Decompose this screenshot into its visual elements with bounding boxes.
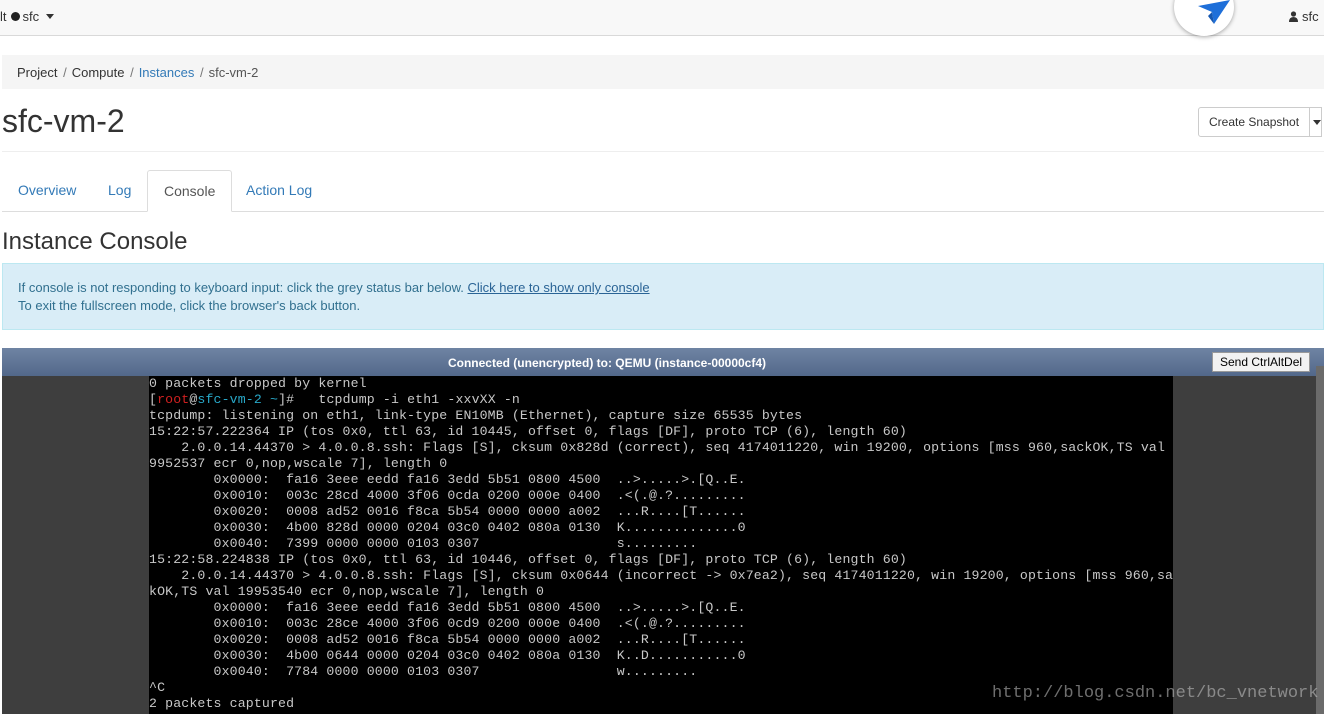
chevron-down-icon: [1313, 120, 1322, 125]
instance-actions: Create Snapshot: [1198, 107, 1323, 137]
alert-line-1: If console is not responding to keyboard…: [18, 280, 464, 295]
instance-tabs: Overview Log Console Action Log: [2, 170, 1324, 212]
breadcrumb-compute: Compute: [71, 64, 125, 80]
tab-log[interactable]: Log: [92, 170, 147, 211]
console-line: 15:22:57.222364 IP (tos 0x0, ttl 63, id …: [149, 424, 907, 439]
console-line: tcpdump: listening on eth1, link-type EN…: [149, 408, 803, 423]
header-divider: [2, 151, 1324, 152]
project-prefix: lt: [0, 9, 7, 24]
create-snapshot-button[interactable]: Create Snapshot: [1198, 107, 1311, 137]
project-switcher[interactable]: lt sfc: [0, 9, 55, 24]
console-line: 0x0040: 7784 0000 0000 0103 0307 w......…: [149, 664, 698, 679]
breadcrumb-separator: /: [126, 64, 134, 80]
console-line: 0x0030: 4b00 0644 0000 0204 03c0 0402 08…: [149, 648, 746, 663]
console-line: 0x0010: 003c 28cd 4000 3f06 0cda 0200 00…: [149, 488, 746, 503]
console-scrollbar[interactable]: [1316, 366, 1324, 714]
page-title: sfc-vm-2: [2, 103, 125, 139]
tab-console[interactable]: Console: [147, 170, 233, 212]
user-icon: [1289, 11, 1298, 22]
console-output: 0 packets dropped by kernel [root@sfc-vm…: [149, 376, 1173, 712]
console-line: 0 packets dropped by kernel: [149, 376, 367, 391]
breadcrumb: Project / Compute / Instances / sfc-vm-2: [2, 55, 1324, 89]
console-line: 2 packets captured: [149, 696, 295, 711]
show-only-console-link[interactable]: Click here to show only console: [468, 280, 650, 295]
user-name: sfc: [1302, 9, 1319, 24]
watermark: http://blog.csdn.net/bc_vnetwork: [992, 684, 1319, 703]
console-line: kOK,TS val 19953540 ecr 0,nop,wscale 7],…: [149, 584, 545, 599]
console-line: 0x0020: 0008 ad52 0016 f8ca 5b54 0000 00…: [149, 504, 746, 519]
console-line: 15:22:58.224838 IP (tos 0x0, ttl 63, id …: [149, 552, 907, 567]
alert-line-2: To exit the fullscreen mode, click the b…: [18, 298, 361, 313]
brand-logo: [1174, 0, 1234, 36]
bird-logo-icon: [1198, 0, 1230, 24]
actions-dropdown-toggle[interactable]: [1310, 107, 1323, 137]
console-status-text: Connected (unencrypted) to: QEMU (instan…: [447, 356, 767, 370]
console-status-bar[interactable]: Connected (unencrypted) to: QEMU (instan…: [2, 348, 1324, 376]
prompt-host: sfc-vm-2 ~: [197, 392, 279, 407]
console-line: ^C: [149, 680, 166, 695]
tab-overview[interactable]: Overview: [2, 170, 92, 211]
console-line: 0x0020: 0008 ad52 0016 f8ca 5b54 0000 00…: [149, 632, 746, 647]
breadcrumb-current: sfc-vm-2: [208, 64, 259, 80]
console-line: 0x0000: fa16 3eee eedd fa16 3edd 5b51 08…: [149, 600, 746, 615]
console-line: 0x0030: 4b00 828d 0000 0204 03c0 0402 08…: [149, 520, 746, 535]
user-menu[interactable]: sfc: [1289, 9, 1319, 24]
console-screen[interactable]: 0 packets dropped by kernel [root@sfc-vm…: [149, 376, 1173, 714]
project-dot-icon: [10, 12, 20, 21]
console-line: 2.0.0.14.44370 > 4.0.0.8.ssh: Flags [S],…: [149, 568, 1173, 583]
console-frame: Connected (unencrypted) to: QEMU (instan…: [2, 348, 1324, 714]
console-line: 9952537 ecr 0,nop,wscale 7], length 0: [149, 456, 448, 471]
console-command: tcpdump -i eth1 -xxvXX -n: [302, 392, 520, 407]
top-navbar: lt sfc sfc: [0, 0, 1324, 36]
console-line: 2.0.0.14.44370 > 4.0.0.8.ssh: Flags [S],…: [149, 440, 1173, 455]
tab-action-log[interactable]: Action Log: [230, 170, 328, 211]
prompt-user: root: [157, 392, 190, 407]
console-line: 0x0000: fa16 3eee eedd fa16 3edd 5b51 08…: [149, 472, 746, 487]
breadcrumb-separator: /: [196, 64, 204, 80]
console-line: 0x0040: 7399 0000 0000 0103 0307 s......…: [149, 536, 698, 551]
project-name: sfc: [22, 9, 40, 24]
breadcrumb-instances-link[interactable]: Instances: [139, 65, 195, 80]
breadcrumb-separator: /: [59, 64, 67, 80]
section-title: Instance Console: [2, 228, 188, 255]
breadcrumb-project: Project: [17, 64, 58, 80]
send-ctrl-alt-del-button[interactable]: Send CtrlAltDel: [1212, 352, 1311, 372]
console-info-alert: If console is not responding to keyboard…: [2, 263, 1324, 330]
chevron-down-icon: [46, 14, 55, 19]
console-line: 0x0010: 003c 28ce 4000 3f06 0cd9 0200 00…: [149, 616, 746, 631]
